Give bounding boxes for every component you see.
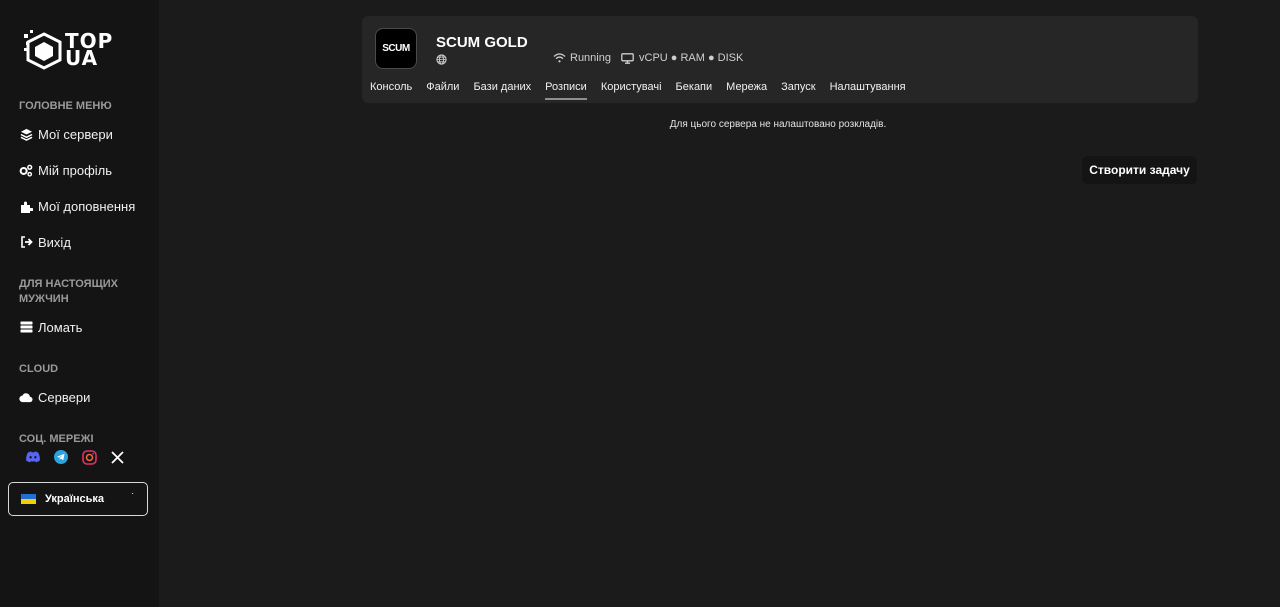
cube-logo-icon xyxy=(24,30,62,70)
monitor-icon xyxy=(621,52,634,64)
tab-databases[interactable]: Бази даних xyxy=(473,81,531,99)
puzzle-icon xyxy=(19,199,33,213)
sidebar-item-my-addons[interactable]: Мої доповнення xyxy=(19,196,135,216)
tab-users[interactable]: Користувачі xyxy=(601,81,662,99)
server-resources-text: vCPU ● RAM ● DISK xyxy=(639,52,744,64)
wifi-icon xyxy=(553,53,566,63)
tab-backups[interactable]: Бекапи xyxy=(676,81,713,99)
x-icon[interactable] xyxy=(109,449,125,465)
language-label: Українська xyxy=(45,493,105,505)
social-links xyxy=(25,449,125,465)
main-menu-title: ГОЛОВНЕ МЕНЮ xyxy=(19,100,112,112)
server-status: Running xyxy=(553,52,611,64)
sidebar-item-lomat[interactable]: Ломать xyxy=(19,317,82,337)
cloud-section-title: CLOUD xyxy=(19,363,59,375)
create-task-button[interactable]: Створити задачу xyxy=(1082,156,1197,184)
server-header-card: SCUM SCUM GOLD Running vCPU ● RAM ● DISK… xyxy=(362,16,1198,103)
sidebar-item-label: Сервери xyxy=(38,389,91,405)
tab-startup[interactable]: Запуск xyxy=(781,81,815,99)
server-status-text: Running xyxy=(570,52,611,64)
sidebar-item-logout[interactable]: Вихід xyxy=(19,232,71,252)
server-logo: SCUM xyxy=(375,28,417,69)
tab-files[interactable]: Файли xyxy=(426,81,459,99)
sidebar-item-label: Мої сервери xyxy=(38,126,113,142)
gears-icon xyxy=(19,163,33,177)
sidebar-item-label: Мої доповнення xyxy=(38,198,136,214)
sidebar: TOP UA ГОЛОВНЕ МЕНЮ Мої сервери Мій проф… xyxy=(0,0,159,607)
chevron-down-icon: ˙ xyxy=(131,492,134,502)
telegram-icon[interactable] xyxy=(53,449,69,465)
server-resources: vCPU ● RAM ● DISK xyxy=(621,52,743,64)
men-section-title: ДЛЯ НАСТОЯЩИХ МУЖЧИН xyxy=(19,278,119,305)
tab-console[interactable]: Консоль xyxy=(370,81,412,99)
sidebar-item-cloud-servers[interactable]: Сервери xyxy=(19,387,90,407)
server-tabs: Консоль Файли Бази даних Розписи Користу… xyxy=(370,81,920,100)
social-section-title: СОЦ. МЕРЕЖІ xyxy=(19,433,94,445)
server-stack-icon xyxy=(19,320,33,334)
sidebar-item-label: Вихід xyxy=(38,234,71,250)
cloud-icon xyxy=(19,390,33,404)
layers-icon xyxy=(19,127,33,141)
brand-logo[interactable]: TOP UA xyxy=(24,28,132,72)
server-name: SCUM GOLD xyxy=(436,34,528,51)
tab-schedules[interactable]: Розписи xyxy=(545,81,587,100)
language-select[interactable]: Українська ˙ xyxy=(8,482,148,516)
sidebar-item-label: Ломать xyxy=(38,319,83,335)
empty-schedules-message: Для цього сервера не налаштовано розклад… xyxy=(669,119,887,130)
discord-icon[interactable] xyxy=(25,449,41,465)
instagram-icon[interactable] xyxy=(81,449,97,465)
tab-settings[interactable]: Налаштування xyxy=(830,81,906,99)
sidebar-item-my-servers[interactable]: Мої сервери xyxy=(19,124,113,144)
ukraine-flag-icon xyxy=(21,494,36,504)
tab-network[interactable]: Мережа xyxy=(726,81,767,99)
sidebar-item-label: Мій профіль xyxy=(38,162,113,178)
logout-icon xyxy=(19,235,33,249)
globe-icon xyxy=(436,54,447,65)
sidebar-item-my-profile[interactable]: Мій профіль xyxy=(19,160,112,180)
